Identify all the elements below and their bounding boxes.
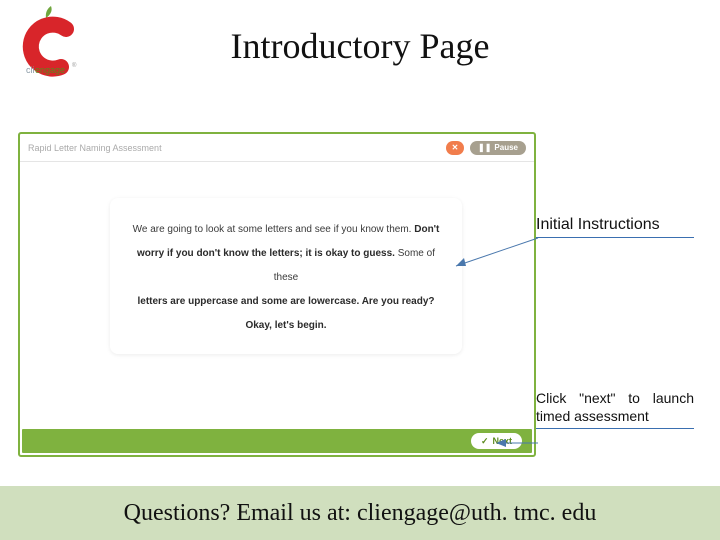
pause-icon: ❚❚ [478, 143, 491, 152]
footer-bar: Questions? Email us at: cliengage@uth. t… [0, 486, 720, 540]
app-screenshot: Rapid Letter Naming Assessment ✕ ❚❚ Paus… [18, 132, 536, 457]
check-icon: ✓ [481, 436, 489, 447]
callout-click-next: Click "next" to launch timed assessment [536, 390, 694, 429]
next-label: Next [492, 436, 512, 446]
instructions-card: We are going to look at some letters and… [110, 198, 462, 354]
callout-initial-instructions: Initial Instructions [536, 216, 694, 238]
close-button[interactable]: ✕ [446, 141, 464, 155]
app-footer: ✓ Next [22, 429, 532, 453]
slide: cli engage ® Introductory Page Rapid Let… [0, 0, 720, 540]
pause-button[interactable]: ❚❚ Pause [470, 141, 526, 155]
instruction-text: We are going to look at some letters and… [130, 218, 442, 338]
footer-text: Questions? Email us at: cliengage@uth. t… [124, 500, 597, 527]
app-header: Rapid Letter Naming Assessment ✕ ❚❚ Paus… [20, 134, 534, 162]
next-button[interactable]: ✓ Next [471, 433, 522, 449]
pause-label: Pause [494, 143, 518, 152]
assessment-title: Rapid Letter Naming Assessment [28, 143, 162, 153]
close-icon: ✕ [452, 143, 459, 152]
page-title: Introductory Page [0, 25, 720, 67]
